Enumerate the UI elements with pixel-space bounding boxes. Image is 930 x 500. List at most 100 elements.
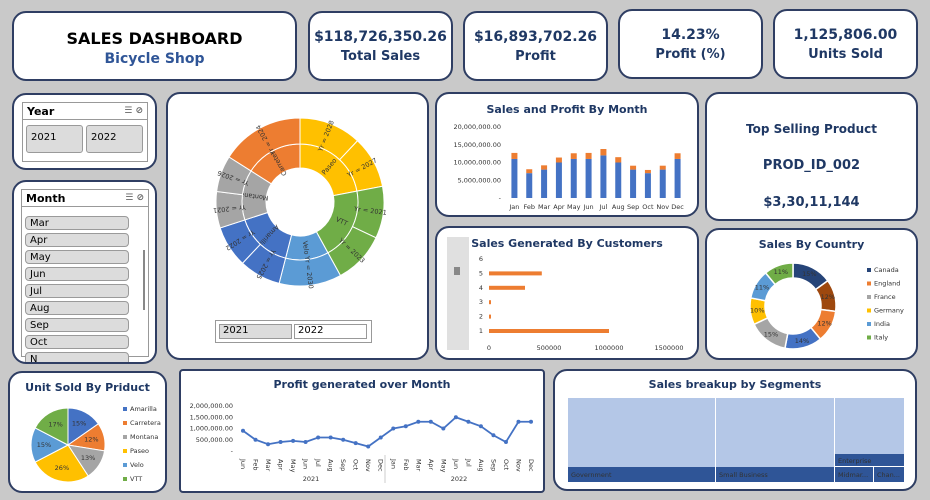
x-tick-label: Aug: [612, 203, 625, 211]
customer-bar: [489, 329, 609, 333]
profit-bar: [644, 169, 651, 174]
month-item-oct[interactable]: Oct: [25, 335, 129, 349]
profit-point: [453, 415, 458, 420]
segments-chart: Government Small Business Enterprise Midmar…: [568, 398, 904, 482]
legend-label: Italy: [874, 334, 888, 342]
kpi-profit: $16,893,702.26 Profit: [463, 11, 608, 81]
month-item-may[interactable]: May: [25, 250, 129, 264]
profit-bar: [600, 149, 607, 156]
product-slice-label: 26%: [55, 464, 69, 472]
month-item-mar[interactable]: Mar: [25, 216, 129, 230]
month-item-aug[interactable]: Aug: [25, 301, 129, 315]
x-tick-label: Apr: [427, 459, 435, 471]
year-2022-filter[interactable]: 2022: [294, 324, 367, 339]
profit-point: [316, 435, 321, 440]
sales-bar: [526, 173, 533, 198]
y-tick-label: 4: [479, 284, 483, 292]
segment-label: Chan...: [877, 471, 900, 479]
x-tick-label: Feb: [523, 203, 535, 211]
sales-customers-chart: 1 2 3 4 5 6 0 500000 1000000 1500000: [479, 255, 684, 352]
customer-bar: [489, 300, 491, 305]
profit-point: [366, 444, 371, 449]
sales-bar: [585, 158, 592, 198]
units-product-card: Unit Sold By Priduct 15% 12% 13% 26% 15% 17% A…: [8, 371, 167, 493]
sunburst-card: Paseo VTT Velo Amarilla Montana Carretera Yr =…: [166, 92, 429, 360]
year-2021-filter[interactable]: 2021: [219, 324, 292, 339]
sales-bar: [555, 162, 562, 198]
top-product-amount: $3,30,11,144: [763, 195, 860, 210]
profit-bar: [674, 153, 681, 159]
x-tick-label: Jan: [389, 458, 397, 469]
product-slice-label: 13%: [81, 454, 95, 462]
month-item-sep[interactable]: Sep: [25, 318, 129, 332]
y-tick-label: 6: [479, 255, 483, 263]
year-2022-chip[interactable]: 2022: [86, 125, 143, 153]
product-slice-label: 15%: [72, 420, 86, 428]
legend-swatch: [123, 435, 127, 439]
profit-point: [253, 437, 258, 442]
profit-point: [241, 428, 245, 433]
legend-swatch: [123, 421, 127, 425]
profit-line: [242, 416, 531, 448]
kpi-units-sold: 1,125,806.00 Units Sold: [773, 9, 918, 79]
x-tick-label: Sep: [489, 459, 497, 471]
legend-label: Paseo: [130, 447, 149, 455]
profit-point: [403, 424, 408, 429]
profit-bar: [630, 165, 637, 170]
x-tick-label: Apr: [553, 203, 565, 211]
month-slicer-card: Month ☰ ⊘ Mar Apr May Jun Jul Aug Sep Oct N: [12, 180, 157, 364]
y-tick-label: 2: [479, 313, 483, 321]
profit-bar: [511, 152, 518, 159]
legend-swatch: [123, 449, 127, 453]
x-tick-label: Dec: [527, 459, 535, 472]
legend-label: India: [874, 320, 890, 328]
profit-point: [503, 440, 508, 444]
y-tick-label: 1,500,000.00: [190, 413, 233, 421]
x-tick-label: Jul: [314, 458, 322, 467]
y-tick-label: 10,000,000.00: [453, 159, 501, 167]
profit-point: [278, 440, 283, 444]
customer-bar: [489, 314, 491, 319]
profit-point: [353, 441, 358, 446]
y-tick-label: 5: [479, 269, 483, 277]
sales-bar: [600, 155, 607, 198]
year-slicer-title: Year: [27, 104, 55, 118]
month-item-n[interactable]: N: [25, 352, 129, 362]
kpi-label: Profit (%): [655, 46, 726, 62]
sunburst-chart: PaseoVTTVeloAmarillaMontanaCarreteraYr =…: [213, 117, 387, 289]
profit-bar: [526, 169, 533, 174]
profit-point: [491, 433, 496, 438]
x-tick-label: Jun: [302, 458, 310, 469]
multi-select-icon[interactable]: ☰ ⊘: [124, 106, 143, 116]
segment-label: Small Business: [719, 471, 768, 479]
x-tick-label: Jun: [452, 458, 460, 469]
month-slicer-title: Month: [26, 191, 66, 205]
profit-point: [341, 437, 346, 442]
x-tick-label: Jun: [239, 458, 247, 469]
month-item-apr[interactable]: Apr: [25, 233, 129, 247]
y-tick-label: 2,000,000.00: [190, 402, 233, 410]
x-tick-label: Nov: [514, 459, 522, 472]
year-2021-chip[interactable]: 2021: [26, 125, 83, 153]
legend-swatch: [123, 463, 127, 467]
sales-bar: [570, 158, 577, 198]
year-group-label: 2021: [303, 475, 320, 483]
month-scrollbar[interactable]: [143, 250, 145, 310]
country-slice-label: 12%: [817, 319, 831, 327]
multi-select-icon[interactable]: ☰ ⊘: [125, 193, 144, 203]
x-tick-label: Nov: [364, 459, 372, 472]
x-tick-label: Jan: [508, 203, 519, 211]
legend-swatch: [123, 407, 127, 411]
profit-bar: [541, 165, 548, 170]
top-product-title: Top Selling Product: [746, 122, 877, 136]
month-item-jun[interactable]: Jun: [25, 267, 129, 281]
top-product-id: PROD_ID_002: [762, 158, 861, 173]
profit-point: [466, 419, 471, 424]
kpi-value: 1,125,806.00: [793, 26, 898, 43]
legend-swatch: [867, 335, 871, 340]
profit-bar: [659, 165, 666, 170]
month-item-jul[interactable]: Jul: [25, 284, 129, 298]
profit-point: [478, 424, 483, 429]
legend-label: Germany: [874, 307, 904, 315]
segment-label: Enterprise: [838, 457, 871, 465]
